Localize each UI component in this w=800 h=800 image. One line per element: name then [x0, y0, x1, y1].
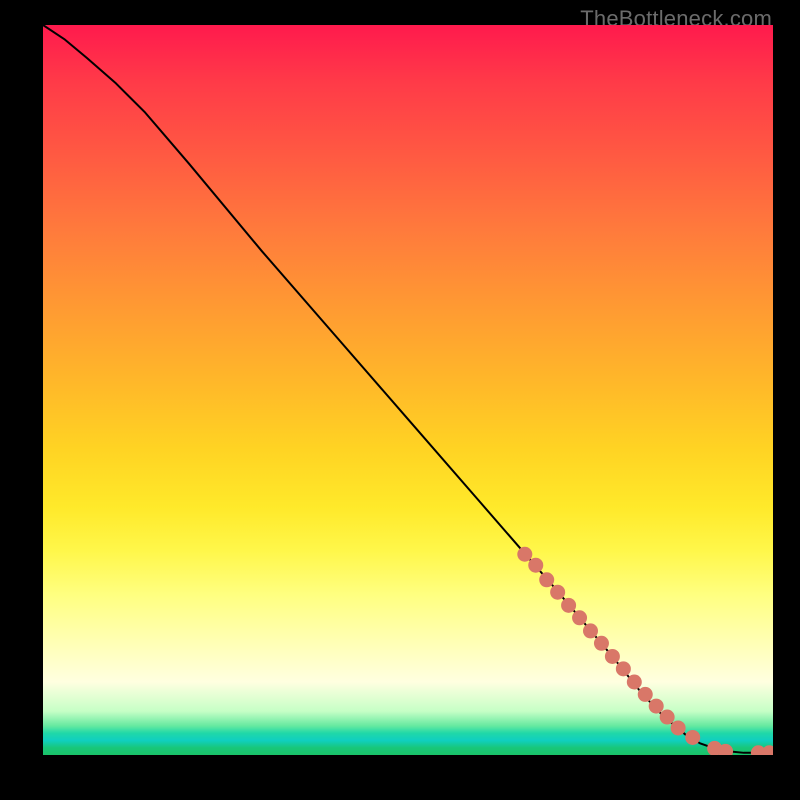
chart-frame: TheBottleneck.com	[0, 0, 800, 800]
chart-svg	[43, 25, 773, 755]
curve-line	[43, 25, 773, 753]
plot-area	[43, 25, 773, 755]
curve-markers	[517, 547, 773, 755]
